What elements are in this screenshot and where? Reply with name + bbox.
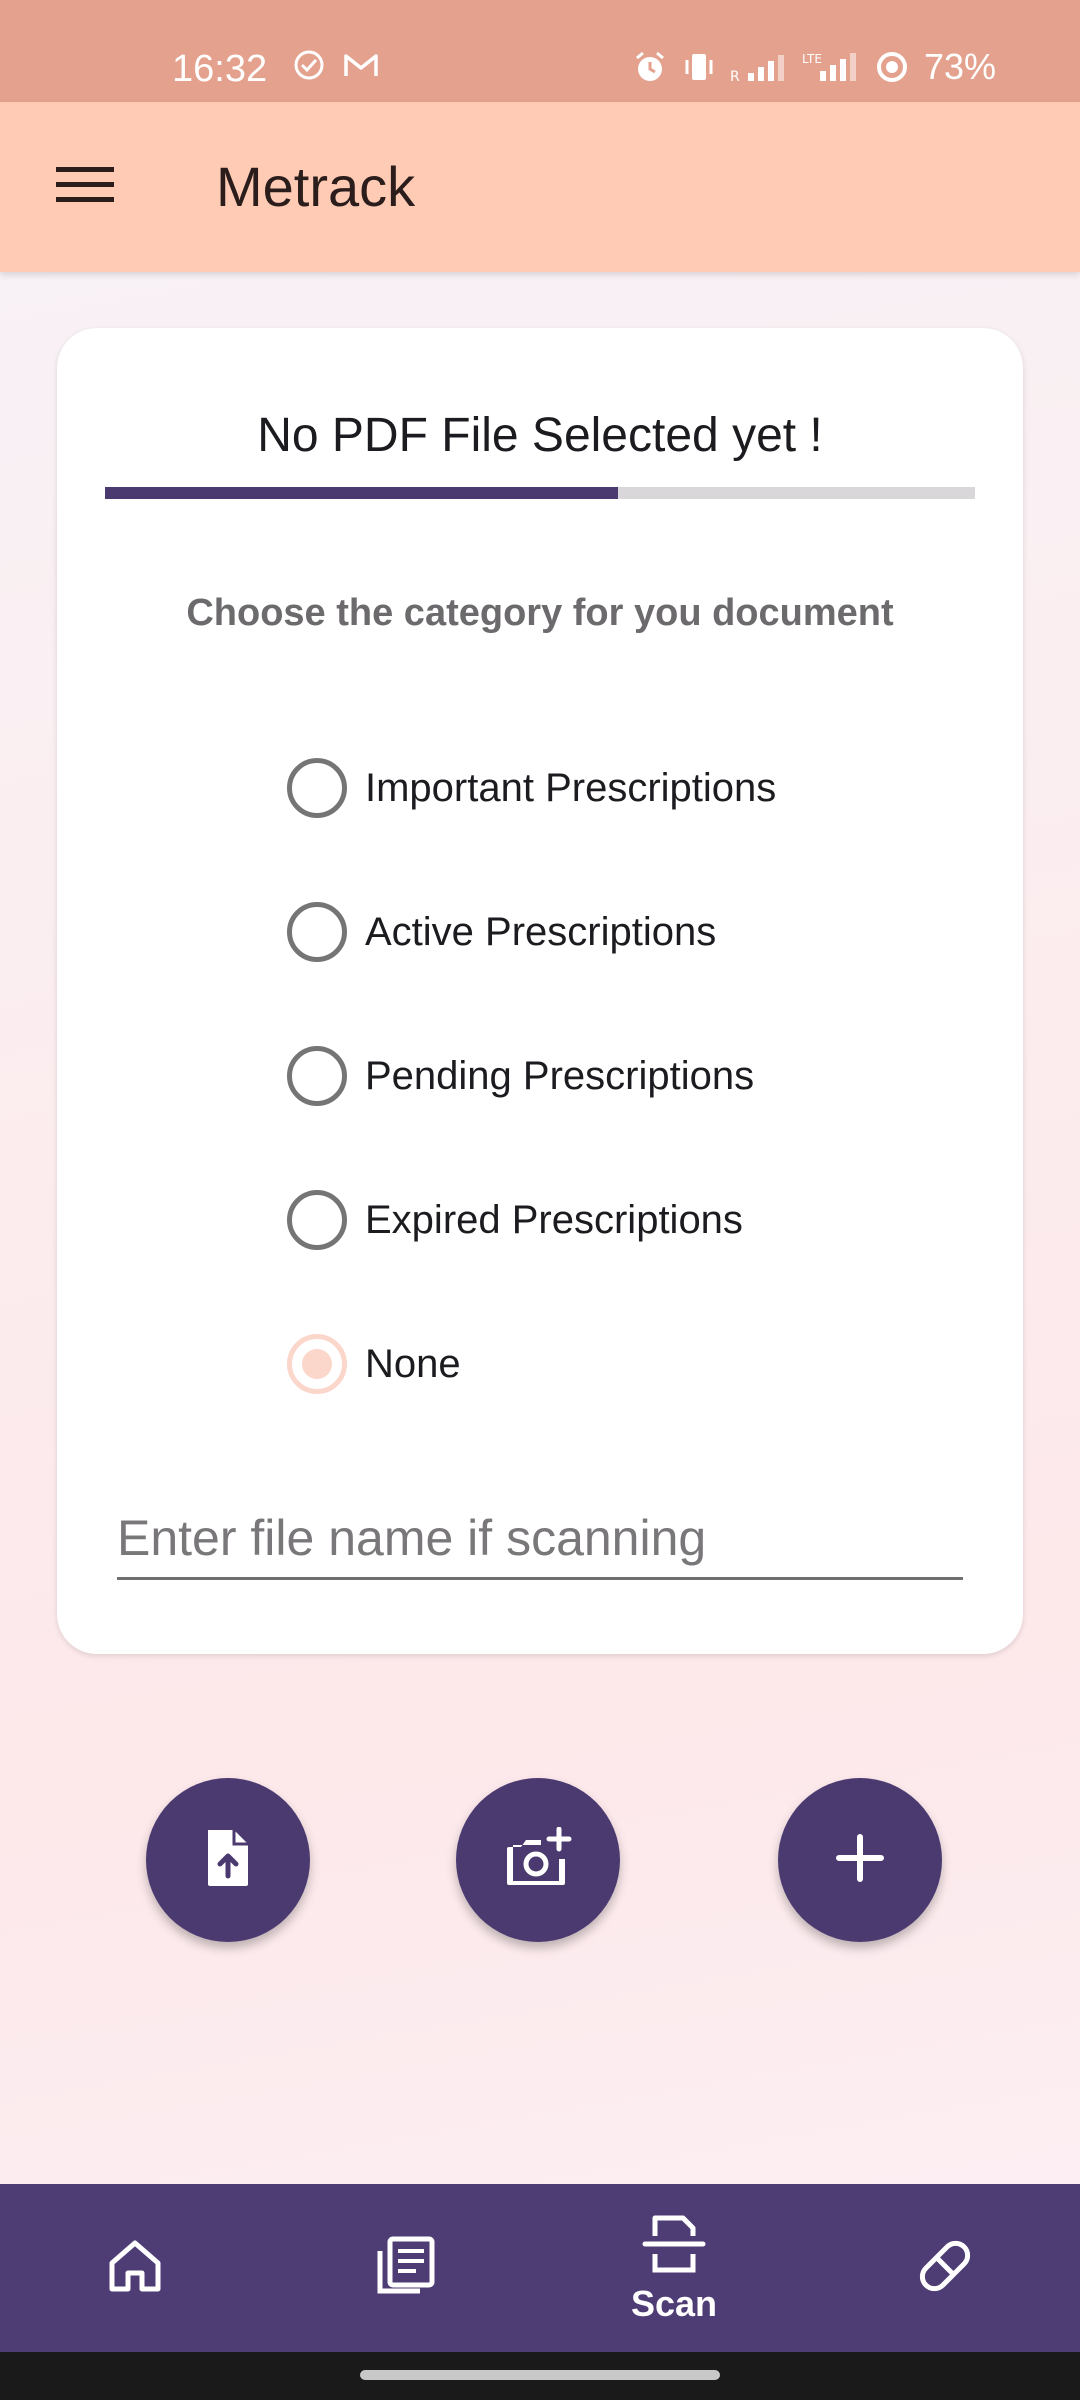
radio-label: Pending Prescriptions (365, 1053, 755, 1098)
radio-label: None (365, 1341, 461, 1386)
nav-documents[interactable] (340, 2184, 470, 2352)
radio-button[interactable] (287, 758, 347, 818)
nav-home[interactable] (70, 2184, 200, 2352)
radio-label: Important Prescriptions (365, 765, 777, 810)
progress-bar-fill (105, 487, 619, 499)
radio-button[interactable] (287, 902, 347, 962)
radio-label: Expired Prescriptions (365, 1197, 743, 1242)
progress-bar (105, 487, 975, 499)
battery-percent: 73% (923, 46, 996, 87)
check-circle-icon (292, 48, 326, 87)
document-card: No PDF File Selected yet ! Choose the ca… (57, 328, 1023, 1654)
status-bar: 16:32 R LTE 73% (0, 0, 1080, 102)
file-name-input[interactable] (117, 1498, 963, 1580)
camera-button[interactable] (456, 1778, 620, 1942)
alarm-icon (632, 49, 668, 85)
radio-label: Active Prescriptions (365, 909, 717, 954)
pdf-status-text: No PDF File Selected yet ! (257, 409, 823, 462)
menu-button[interactable] (40, 147, 130, 227)
radio-none[interactable]: None (287, 1324, 887, 1404)
radio-important-prescriptions[interactable]: Important Prescriptions (287, 748, 887, 828)
radio-button[interactable] (287, 1190, 347, 1250)
add-button[interactable] (778, 1778, 942, 1942)
app-bar: Metrack (0, 102, 1080, 272)
nav-scan[interactable]: Scan (594, 2184, 754, 2352)
signal-roaming-icon: R (730, 49, 788, 85)
app-title: Metrack (216, 155, 416, 218)
radio-expired-prescriptions[interactable]: Expired Prescriptions (287, 1180, 887, 1260)
gesture-handle[interactable] (360, 2370, 720, 2380)
radio-button[interactable] (287, 1334, 347, 1394)
data-saver-icon (874, 49, 910, 85)
hamburger-menu-icon (56, 165, 114, 210)
svg-text:LTE: LTE (802, 52, 822, 66)
nav-medicine[interactable] (880, 2184, 1010, 2352)
gesture-navigation-bar (0, 2352, 1080, 2400)
nav-scan-label: Scan (630, 2282, 718, 2324)
signal-lte-icon: LTE (802, 49, 860, 85)
pill-icon (914, 2235, 976, 2302)
bottom-navigation: Scan (0, 2184, 1080, 2352)
plus-icon (835, 1833, 885, 1888)
radio-button[interactable] (287, 1046, 347, 1106)
radio-pending-prescriptions[interactable]: Pending Prescriptions (287, 1036, 887, 1116)
scan-icon (641, 2212, 707, 2279)
upload-file-button[interactable] (146, 1778, 310, 1942)
documents-icon (374, 2235, 436, 2302)
file-upload-icon (200, 1826, 256, 1895)
status-time: 16:32 (172, 48, 268, 90)
svg-text:R: R (730, 69, 740, 85)
radio-active-prescriptions[interactable]: Active Prescriptions (287, 892, 887, 972)
vibrate-icon (682, 49, 716, 85)
home-icon (106, 2237, 164, 2300)
camera-add-icon (503, 1826, 573, 1894)
gmail-icon (342, 48, 380, 87)
category-heading: Choose the category for you document (186, 592, 894, 634)
